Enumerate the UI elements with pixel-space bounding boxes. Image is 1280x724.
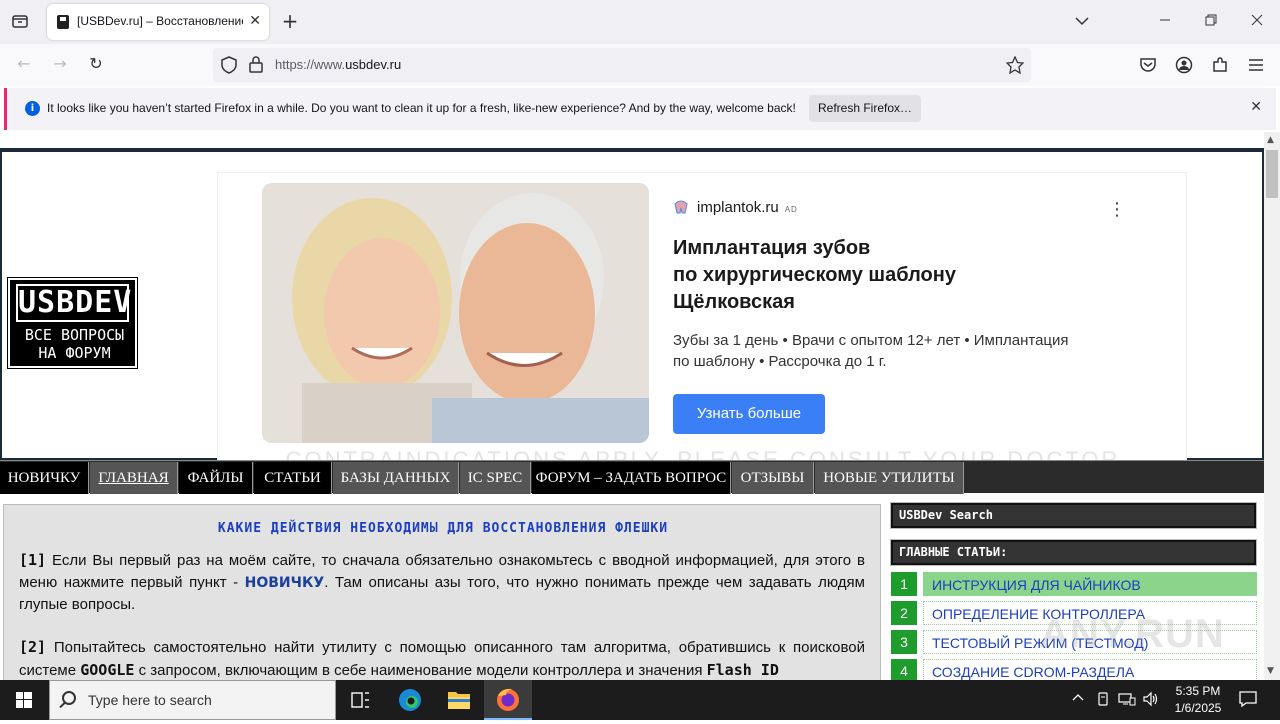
scrollbar-thumb[interactable] (1266, 150, 1278, 198)
back-icon[interactable]: ← (14, 54, 34, 74)
novichku-link[interactable]: НОВИЧКУ (245, 575, 325, 591)
page-scrollbar[interactable]: ▲ ▼ (1264, 132, 1280, 680)
ad-title[interactable]: Имплантация зубов по хирургическому шабл… (673, 235, 1053, 316)
new-tab-icon[interactable]: + (280, 11, 300, 31)
url-text[interactable]: https://www.usbdev.ru (275, 57, 401, 72)
menu-item-faily[interactable]: ФАЙЛЫ (179, 462, 253, 494)
site-header: USBDEV ВСЕ ВОПРОСЫ НА ФОРУМ implantok.ru… (0, 148, 1264, 476)
task-view-icon[interactable] (336, 680, 384, 720)
advertisement[interactable]: implantok.ru AD ⋮ Имплантация зубов по хи… (217, 172, 1187, 476)
menu-item-forum[interactable]: ФОРУМ – ЗАДАТЬ ВОПРОС (532, 462, 731, 494)
extensions-icon[interactable] (1211, 56, 1229, 78)
menu-item-otzyvy[interactable]: ОТЗЫВЫ (732, 462, 814, 494)
ad-cta-button[interactable]: Узнать больше (673, 394, 825, 434)
menu-item-ic-spec[interactable]: IC SPEC (460, 462, 531, 494)
windows-taskbar: Type here to search 5:35 PM 1/6/2025 (0, 680, 1280, 720)
list-all-tabs-icon[interactable] (1072, 11, 1092, 31)
browser-tab[interactable]: [USBDev.ru] – Восстановление ✕ (47, 4, 269, 40)
tab-bar: [USBDev.ru] – Восстановление ✕ + (0, 0, 1280, 44)
sidebar-article-4[interactable]: 4 СОЗДАНИЕ CDROM-РАЗДЕЛА (891, 659, 1257, 680)
sidebar-article-label[interactable]: ИНСТРУКЦИЯ ДЛЯ ЧАЙНИКОВ (923, 572, 1257, 596)
reload-icon[interactable]: ↻ (86, 54, 106, 74)
url-bar[interactable]: https://www.usbdev.ru (213, 48, 1031, 82)
close-window-icon[interactable] (1247, 11, 1267, 31)
main-articles-header: ГЛАВНЫЕ СТАТЬИ: (890, 539, 1257, 566)
menu-item-glavnaya[interactable]: ГЛАВНАЯ (90, 462, 178, 494)
article-content: КАКИЕ ДЕЙСТВИЯ НЕОБХОДИМЫ ДЛЯ ВОССТАНОВЛ… (3, 504, 881, 680)
pocket-icon[interactable] (1139, 56, 1157, 78)
file-explorer-icon[interactable] (435, 680, 483, 720)
sidebar-article-1[interactable]: 1 ИНСТРУКЦИЯ ДЛЯ ЧАЙНИКОВ (891, 572, 1257, 596)
ad-options-icon[interactable]: ⋮ (1108, 199, 1126, 220)
article-paragraph-2: [2] Попытайтесь самостоятельно найти ути… (19, 638, 865, 679)
account-icon[interactable] (1175, 56, 1193, 78)
network-icon[interactable] (1118, 691, 1136, 711)
taskbar-search-placeholder: Type here to search (88, 692, 212, 708)
menu-item-novye-utility[interactable]: НОВЫЕ УТИЛИТЫ (815, 462, 964, 494)
ad-photo[interactable] (262, 183, 649, 443)
restore-icon[interactable] (1201, 11, 1221, 31)
firefox-notification-bar: i It looks like you haven’t started Fire… (4, 88, 1276, 130)
sidebar-article-label[interactable]: СОЗДАНИЕ CDROM-РАЗДЕЛА (923, 659, 1257, 680)
search-icon (62, 691, 76, 705)
lock-icon[interactable] (249, 56, 263, 77)
web-page: USBDEV ВСЕ ВОПРОСЫ НА ФОРУМ implantok.ru… (0, 132, 1264, 680)
show-hidden-icons-icon[interactable] (1071, 691, 1085, 709)
scroll-up-icon[interactable]: ▲ (1267, 135, 1274, 145)
taskbar-search-box[interactable]: Type here to search (49, 680, 336, 720)
volume-icon[interactable] (1142, 691, 1160, 711)
minimize-icon[interactable] (1155, 11, 1175, 31)
edge-browser-icon[interactable] (386, 680, 434, 720)
notifications-icon[interactable] (1238, 690, 1258, 712)
close-notification-icon[interactable]: ✕ (1250, 99, 1262, 115)
info-icon: i (25, 101, 40, 116)
start-button-icon[interactable] (0, 680, 48, 720)
clock-time: 5:35 PM (1175, 684, 1221, 698)
clock-date: 1/6/2025 (1174, 701, 1222, 715)
ad-sponsor[interactable]: implantok.ru AD (673, 199, 798, 216)
usbdev-search-header[interactable]: USBDev Search (890, 502, 1257, 529)
site-favicon-icon (57, 15, 69, 29)
scroll-down-icon[interactable]: ▼ (1267, 666, 1274, 676)
article-paragraph-1: [1] Если Вы первый раз на моём сайте, то… (19, 551, 865, 613)
firefox-taskbar-icon[interactable] (484, 680, 532, 720)
menu-item-stati[interactable]: СТАТЬИ (254, 462, 332, 494)
menu-item-novichku[interactable]: НОВИЧКУ (0, 462, 89, 494)
device-icon[interactable] (1096, 691, 1110, 711)
logo-title: USBDEV (16, 284, 133, 322)
menu-item-bazy-dannyh[interactable]: БАЗЫ ДАННЫХ (333, 462, 459, 494)
site-menu: НОВИЧКУ ГЛАВНАЯ ФАЙЛЫ СТАТЬИ БАЗЫ ДАННЫХ… (0, 460, 1264, 494)
refresh-firefox-button[interactable]: Refresh Firefox… (809, 95, 921, 122)
ad-description: Зубы за 1 день • Врачи с опытом 12+ лет … (673, 332, 1069, 370)
app-menu-icon[interactable] (1248, 57, 1264, 76)
navigation-bar: ← → ↻ https://www.usbdev.ru (0, 44, 1280, 86)
article-heading: КАКИЕ ДЕЙСТВИЯ НЕОБХОДИМЫ ДЛЯ ВОССТАНОВЛ… (217, 521, 669, 536)
notification-message: It looks like you haven’t started Firefo… (47, 101, 796, 115)
tracking-shield-icon[interactable] (221, 56, 237, 78)
tab-title: [USBDev.ru] – Восстановление (77, 14, 243, 28)
sponsor-logo-icon (673, 200, 689, 214)
close-tab-icon[interactable]: ✕ (249, 13, 261, 29)
forward-icon[interactable]: → (50, 54, 70, 74)
tab-list-icon[interactable] (10, 12, 30, 32)
bookmark-star-icon[interactable] (1005, 55, 1025, 78)
logo-subtitle: ВСЕ ВОПРОСЫ НА ФОРУМ (24, 326, 125, 362)
system-clock[interactable]: 5:35 PM 1/6/2025 (1168, 683, 1228, 717)
site-logo[interactable]: USBDEV ВСЕ ВОПРОСЫ НА ФОРУМ (7, 277, 138, 369)
anyrun-watermark: ANY.RUN (1040, 612, 1225, 656)
